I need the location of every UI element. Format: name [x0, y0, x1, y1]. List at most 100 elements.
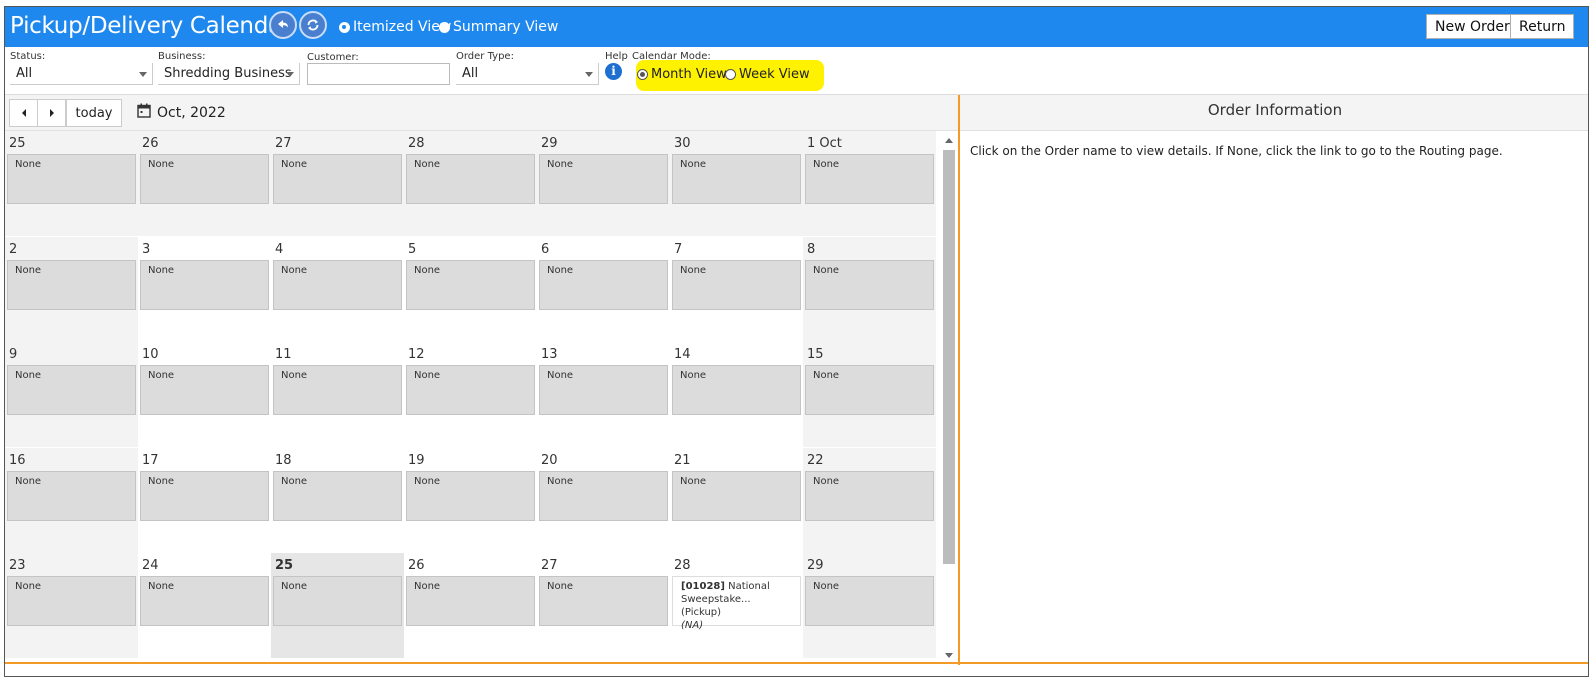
day-cell[interactable]: 26 None	[138, 131, 271, 236]
order-detail[interactable]: Sweepstake... (Pickup)	[681, 593, 792, 619]
none-routing-link[interactable]: None	[406, 154, 535, 204]
day-cell[interactable]: 28 None	[404, 131, 537, 236]
none-routing-link[interactable]: None	[805, 154, 934, 204]
day-cell[interactable]: 21 None	[670, 448, 803, 553]
day-cell[interactable]: 29 None	[803, 553, 936, 658]
day-cell[interactable]: 23 None	[5, 553, 138, 658]
none-routing-link[interactable]: None	[273, 260, 402, 310]
return-button[interactable]: Return	[1510, 14, 1575, 39]
today-button[interactable]: today	[66, 99, 122, 127]
back-button[interactable]	[269, 11, 297, 39]
none-routing-link[interactable]: None	[406, 471, 535, 521]
day-cell[interactable]: 15 None	[803, 342, 936, 447]
none-routing-link[interactable]: None	[273, 365, 402, 415]
none-routing-link[interactable]: None	[539, 471, 668, 521]
status-label: Status:	[10, 51, 46, 62]
day-cell[interactable]: 27 None	[271, 131, 404, 236]
none-routing-link[interactable]: None	[7, 471, 136, 521]
day-cell[interactable]: 8 None	[803, 237, 936, 342]
day-cell[interactable]: 29 None	[537, 131, 670, 236]
day-cell[interactable]: 18 None	[271, 448, 404, 553]
none-routing-link[interactable]: None	[7, 260, 136, 310]
none-routing-link[interactable]: None	[805, 260, 934, 310]
day-cell[interactable]: 4 None	[271, 237, 404, 342]
none-routing-link[interactable]: None	[539, 576, 668, 626]
day-number: 23	[9, 558, 26, 573]
day-cell[interactable]: 28 [01028] National Sweepstake... (Pickup)…	[670, 553, 803, 658]
day-cell[interactable]: 1 Oct None	[803, 131, 936, 236]
day-cell[interactable]: 25 None	[5, 131, 138, 236]
none-routing-link[interactable]: None	[406, 576, 535, 626]
summary-view-radio[interactable]: Summary View	[439, 19, 558, 35]
week-view-radio[interactable]: Week View	[725, 67, 810, 82]
itemized-view-radio[interactable]: Itemized View	[339, 19, 451, 35]
order-event[interactable]: [01028] National Sweepstake... (Pickup) (N…	[672, 576, 801, 631]
none-routing-link[interactable]: None	[805, 576, 934, 626]
business-select[interactable]: Shredding Business	[158, 63, 300, 85]
day-cell[interactable]: 3 None	[138, 237, 271, 342]
status-select[interactable]: All	[10, 63, 153, 85]
day-cell[interactable]: 17 None	[138, 448, 271, 553]
day-number: 4	[275, 242, 284, 257]
none-routing-link[interactable]: None	[672, 260, 801, 310]
month-view-radio[interactable]: Month View	[637, 67, 727, 82]
none-routing-link[interactable]: None	[273, 471, 402, 521]
day-cell[interactable]: 10 None	[138, 342, 271, 447]
day-cell[interactable]: 20 None	[537, 448, 670, 553]
day-cell[interactable]: 27 None	[537, 553, 670, 658]
none-routing-link[interactable]: None	[672, 365, 801, 415]
day-cell[interactable]: 7 None	[670, 237, 803, 342]
scroll-thumb[interactable]	[943, 150, 955, 564]
day-cell[interactable]: 13 None	[537, 342, 670, 447]
caret-right-icon	[49, 109, 54, 117]
none-routing-link[interactable]: None	[406, 365, 535, 415]
calendar-scrollbar[interactable]	[940, 131, 958, 662]
day-cell[interactable]: 30 None	[670, 131, 803, 236]
order-type-select[interactable]: All	[456, 63, 599, 85]
none-routing-link[interactable]: None	[7, 365, 136, 415]
day-cell[interactable]: 2 None	[5, 237, 138, 342]
day-cell[interactable]: 12 None	[404, 342, 537, 447]
none-routing-link[interactable]: None	[672, 154, 801, 204]
none-routing-link[interactable]: None	[140, 260, 269, 310]
none-routing-link[interactable]: None	[7, 154, 136, 204]
day-cell[interactable]: 6 None	[537, 237, 670, 342]
none-routing-link[interactable]: None	[7, 576, 136, 626]
day-cell[interactable]: 26 None	[404, 553, 537, 658]
day-cell[interactable]: 14 None	[670, 342, 803, 447]
none-routing-link[interactable]: None	[805, 471, 934, 521]
none-routing-link[interactable]: None	[672, 471, 801, 521]
day-cell[interactable]: 19 None	[404, 448, 537, 553]
radio-unselected-icon	[725, 69, 736, 80]
scroll-up-icon[interactable]	[945, 138, 953, 143]
none-routing-link[interactable]: None	[273, 576, 402, 626]
day-cell[interactable]: 24 None	[138, 553, 271, 658]
scroll-down-icon[interactable]	[945, 653, 953, 658]
none-routing-link[interactable]: None	[140, 365, 269, 415]
next-month-button[interactable]	[37, 99, 66, 127]
order-id[interactable]: [01028]	[681, 581, 725, 592]
order-name[interactable]: National	[725, 581, 770, 592]
info-icon[interactable]: i	[605, 63, 622, 80]
none-routing-link[interactable]: None	[140, 471, 269, 521]
calendar-toolbar: today Oct, 2022	[5, 95, 958, 131]
day-cell[interactable]: 16 None	[5, 448, 138, 553]
prev-month-button[interactable]	[9, 99, 38, 127]
day-cell[interactable]: 22 None	[803, 448, 936, 553]
refresh-button[interactable]	[299, 11, 327, 39]
none-routing-link[interactable]: None	[406, 260, 535, 310]
none-routing-link[interactable]: None	[539, 260, 668, 310]
customer-input[interactable]	[307, 63, 450, 85]
calendar-icon[interactable]	[137, 103, 151, 118]
day-cell[interactable]: 5 None	[404, 237, 537, 342]
none-routing-link[interactable]: None	[273, 154, 402, 204]
none-routing-link[interactable]: None	[140, 154, 269, 204]
day-cell[interactable]: 11 None	[271, 342, 404, 447]
new-order-button[interactable]: New Order	[1426, 14, 1519, 39]
none-routing-link[interactable]: None	[805, 365, 934, 415]
none-routing-link[interactable]: None	[539, 365, 668, 415]
none-routing-link[interactable]: None	[539, 154, 668, 204]
day-cell[interactable]: 9 None	[5, 342, 138, 447]
none-routing-link[interactable]: None	[140, 576, 269, 626]
day-cell[interactable]: 25 None	[271, 553, 404, 658]
